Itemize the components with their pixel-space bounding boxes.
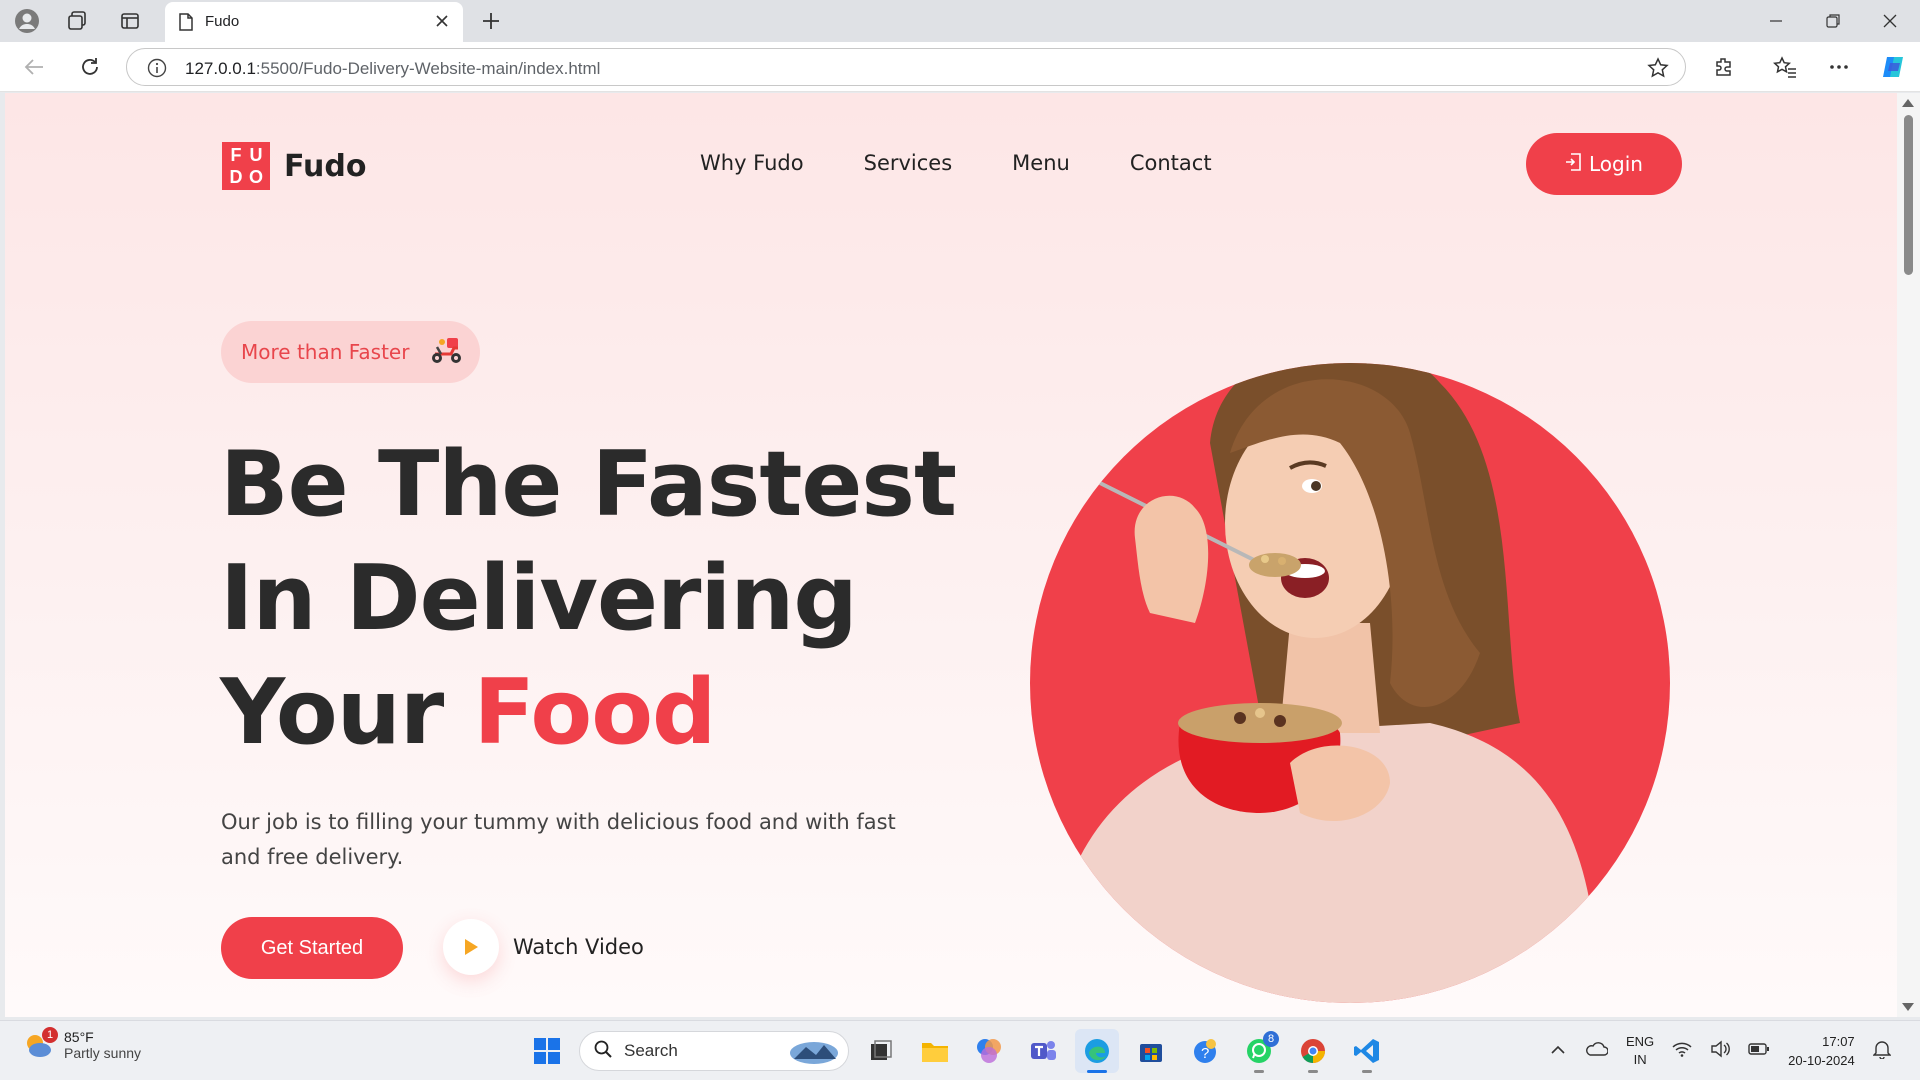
headline-line-2: In Delivering: [220, 546, 858, 651]
site-logo[interactable]: FU DO Fudo: [222, 142, 366, 190]
profile-icon[interactable]: [12, 7, 42, 35]
refresh-icon[interactable]: [74, 51, 106, 83]
main-nav: Why Fudo Services Menu Contact: [700, 151, 1212, 175]
close-window-icon[interactable]: [1862, 0, 1918, 42]
onedrive-icon[interactable]: [1584, 1041, 1609, 1062]
workspaces-icon[interactable]: [62, 7, 92, 35]
new-tab-icon[interactable]: [476, 7, 506, 35]
vertical-tabs-icon[interactable]: [115, 7, 145, 35]
scooter-icon: [429, 335, 463, 370]
vscode-icon[interactable]: [1345, 1029, 1389, 1073]
favorite-star-icon[interactable]: [1647, 57, 1669, 84]
headline-line-1: Be The Fastest: [220, 432, 957, 537]
nav-why-fudo[interactable]: Why Fudo: [700, 151, 804, 175]
hero-description: Our job is to filling your tummy with de…: [221, 810, 896, 869]
taskbar-apps: Search ? 8: [525, 1029, 1389, 1073]
vscode-running-indicator: [1362, 1070, 1372, 1073]
minimize-icon[interactable]: [1748, 0, 1804, 42]
login-label: Login: [1589, 152, 1643, 176]
chevron-up-icon[interactable]: [1550, 1042, 1566, 1060]
whatsapp-icon[interactable]: 8: [1237, 1029, 1281, 1073]
page-scrollbar[interactable]: [1897, 93, 1920, 1017]
scroll-down-icon[interactable]: [1902, 1003, 1914, 1011]
headline-line-3: Your Food: [220, 660, 717, 765]
address-bar[interactable]: 127.0.0.1:5500/Fudo-Delivery-Website-mai…: [126, 48, 1686, 86]
notification-bell-icon[interactable]: [1871, 1039, 1892, 1064]
active-tab[interactable]: Fudo: [165, 2, 463, 42]
watch-video-label: Watch Video: [513, 935, 644, 959]
help-icon[interactable]: ?: [1183, 1029, 1227, 1073]
more-menu-icon[interactable]: [1822, 51, 1856, 83]
site-info-icon[interactable]: [147, 58, 167, 83]
headline-accent: Food: [473, 660, 717, 765]
volume-icon[interactable]: [1710, 1040, 1731, 1063]
chrome-running-indicator: [1308, 1070, 1318, 1073]
start-icon[interactable]: [525, 1029, 569, 1073]
watch-video-button[interactable]: Watch Video: [443, 919, 644, 975]
hero-image: [1030, 363, 1670, 1003]
task-view-icon[interactable]: [859, 1029, 903, 1073]
system-tray: ENG IN 17:07 20-10-2024: [1550, 1021, 1892, 1080]
favorites-icon[interactable]: [1768, 51, 1802, 83]
url-text: 127.0.0.1:5500/Fudo-Delivery-Website-mai…: [185, 59, 601, 78]
tagline-text: More than Faster: [241, 340, 410, 364]
store-icon[interactable]: [1129, 1029, 1173, 1073]
edge-running-indicator: [1087, 1070, 1107, 1073]
nav-services[interactable]: Services: [864, 151, 953, 175]
logo-mark: FU DO: [222, 142, 270, 190]
weather-alert-badge: 1: [42, 1027, 58, 1043]
chrome-icon[interactable]: [1291, 1029, 1335, 1073]
hero-headline: Be The Fastest In Delivering Your Food: [220, 428, 957, 770]
search-icon: [594, 1040, 612, 1063]
get-started-button[interactable]: Get Started: [221, 917, 403, 979]
edge-icon[interactable]: [1075, 1029, 1119, 1073]
play-icon: [443, 919, 499, 975]
weather-icon: 1: [22, 1027, 58, 1061]
windows-taskbar: 1 85°F Partly sunny Search ? 8 ENG IN 17…: [0, 1020, 1920, 1080]
tagline-pill: More than Faster: [221, 321, 480, 383]
tab-title: Fudo: [205, 13, 240, 30]
search-label: Search: [624, 1041, 678, 1060]
copilot-icon[interactable]: [1876, 51, 1910, 83]
nav-contact[interactable]: Contact: [1130, 151, 1212, 175]
weather-widget[interactable]: 1 85°F Partly sunny: [22, 1027, 142, 1061]
language-indicator[interactable]: ENG IN: [1626, 1033, 1654, 1069]
login-icon: [1565, 152, 1581, 176]
wifi-icon[interactable]: [1672, 1041, 1692, 1062]
restore-icon[interactable]: [1805, 0, 1861, 42]
back-icon[interactable]: [18, 51, 50, 83]
weather-temp: 85°F: [64, 1029, 94, 1045]
battery-icon[interactable]: [1748, 1042, 1770, 1061]
teams-icon[interactable]: [1021, 1029, 1065, 1073]
close-tab-icon[interactable]: [431, 10, 453, 32]
taskbar-search[interactable]: Search: [579, 1031, 849, 1071]
scroll-thumb[interactable]: [1904, 115, 1913, 275]
extensions-icon[interactable]: [1707, 51, 1741, 83]
scroll-up-icon[interactable]: [1902, 99, 1914, 107]
nav-menu[interactable]: Menu: [1012, 151, 1070, 175]
whatsapp-badge: 8: [1263, 1031, 1279, 1047]
clock-time: 17:07: [1822, 1034, 1855, 1049]
whatsapp-running-indicator: [1254, 1070, 1264, 1073]
clock-date: 20-10-2024: [1788, 1053, 1855, 1068]
login-button[interactable]: Login: [1526, 133, 1682, 195]
web-page: FU DO Fudo Why Fudo Services Menu Contac…: [5, 93, 1897, 1017]
file-explorer-icon[interactable]: [913, 1029, 957, 1073]
svg-text:?: ?: [1201, 1045, 1209, 1062]
weather-desc: Partly sunny: [64, 1045, 142, 1061]
clock[interactable]: 17:07 20-10-2024: [1788, 1032, 1855, 1070]
tab-strip: Fudo: [0, 0, 1920, 42]
search-highlight-icon: [788, 1037, 840, 1070]
brand-name: Fudo: [284, 148, 367, 184]
page-icon: [179, 13, 193, 36]
copilot-app-icon[interactable]: [967, 1029, 1011, 1073]
toolbar: 127.0.0.1:5500/Fudo-Delivery-Website-mai…: [0, 42, 1920, 92]
